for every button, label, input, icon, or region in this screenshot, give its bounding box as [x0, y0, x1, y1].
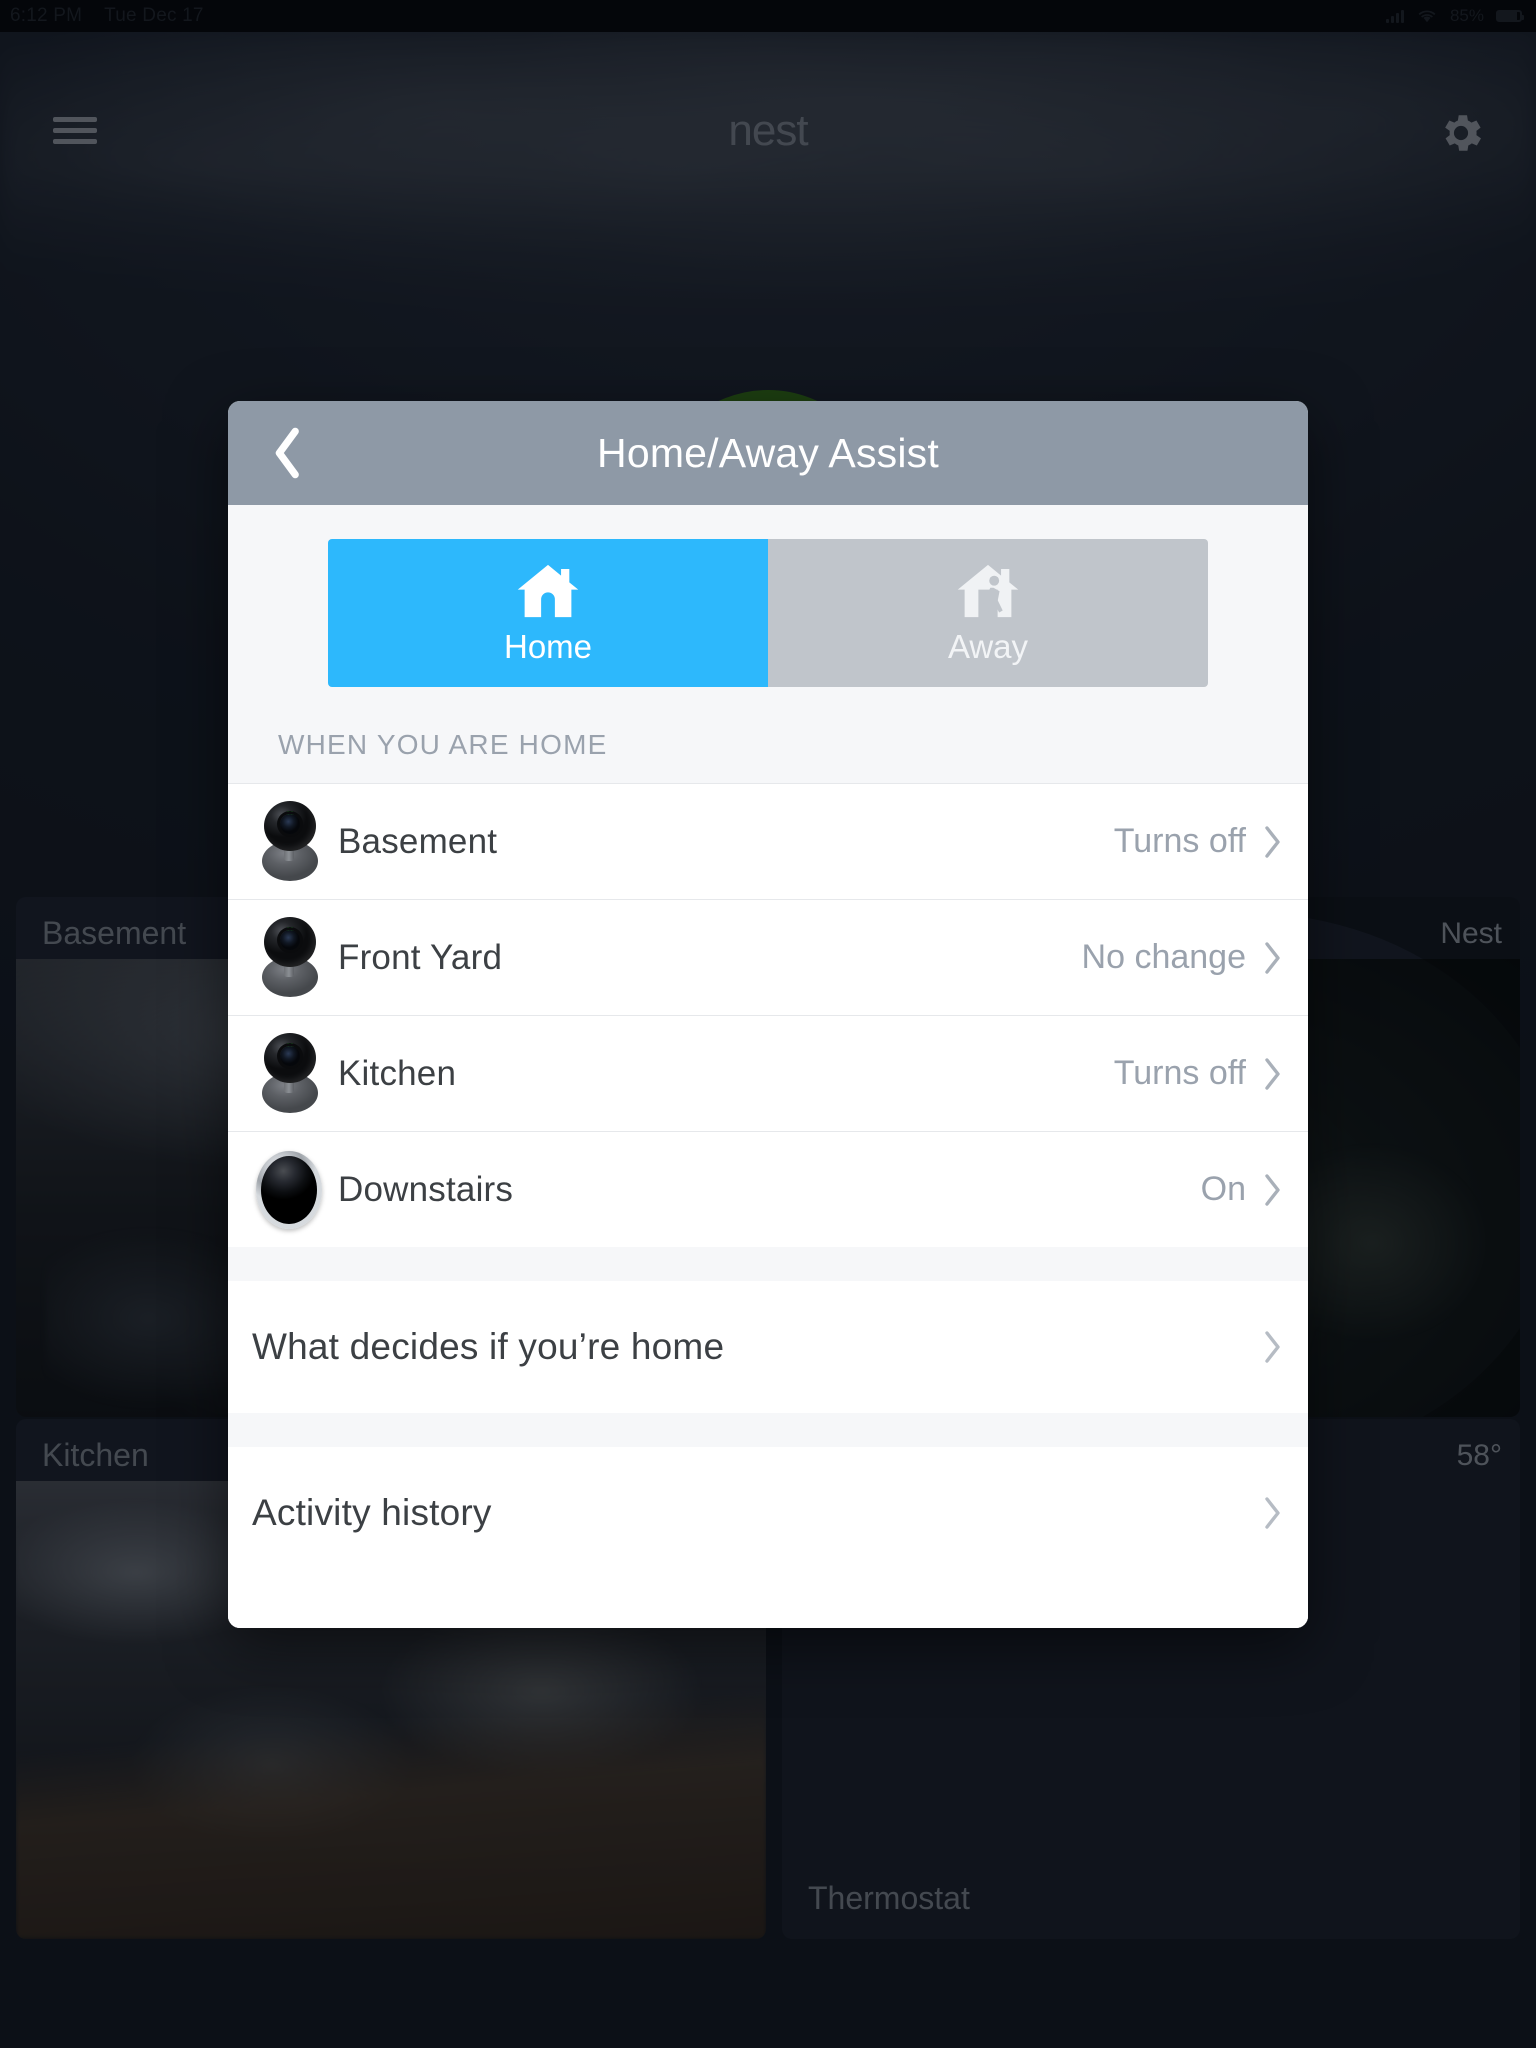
home-away-assist-dialog: Home/Away Assist Home Away WHEN YOU ARE …: [228, 401, 1308, 1628]
cellular-signal-icon: [1385, 9, 1404, 23]
menu-label: Activity history: [252, 1492, 492, 1533]
device-row-downstairs[interactable]: Downstairs On: [228, 1131, 1308, 1247]
dialog-title: Home/Away Assist: [597, 429, 939, 476]
status-bar: 6:12 PM Tue Dec 17 85%: [0, 0, 1536, 32]
section-header-when-home: WHEN YOU ARE HOME: [278, 729, 608, 760]
segment-away[interactable]: Away: [768, 539, 1208, 687]
nest-cam-icon: [250, 915, 328, 1001]
home-away-segmented-control: Home Away: [328, 539, 1208, 687]
dialog-header: Home/Away Assist: [228, 401, 1308, 505]
device-name: Basement: [338, 821, 498, 861]
status-bar-left: 6:12 PM Tue Dec 17: [10, 5, 204, 27]
dialog-body: Home Away WHEN YOU ARE HOME Basement Tur…: [228, 505, 1308, 1628]
segment-home[interactable]: Home: [328, 539, 768, 687]
menu-row-activity-history[interactable]: Activity history: [228, 1447, 1308, 1579]
battery-icon: [1496, 10, 1524, 22]
nest-cam-icon: [250, 1031, 328, 1117]
chevron-left-icon[interactable]: [262, 422, 314, 484]
device-row-basement[interactable]: Basement Turns off: [228, 783, 1308, 899]
segment-label: Away: [947, 628, 1029, 665]
menu-row-what-decides[interactable]: What decides if you’re home: [228, 1281, 1308, 1413]
house-person-walking-icon: [957, 564, 1019, 618]
device-list: Basement Turns off Front Yard No change: [228, 783, 1308, 1247]
segment-label: Home: [503, 628, 593, 665]
chevron-right-icon: [1262, 1330, 1282, 1364]
app-root: 6:12 PM Tue Dec 17 85% nest: [0, 0, 1536, 2048]
nest-cam-icon: [250, 799, 328, 885]
list-separator: [228, 1247, 1308, 1281]
device-value: Turns off: [1113, 822, 1246, 860]
chevron-right-icon: [1262, 1496, 1282, 1530]
device-name: Downstairs: [338, 1169, 514, 1209]
chevron-right-icon: [1262, 941, 1282, 975]
nest-thermostat-icon: [250, 1147, 328, 1233]
device-value: On: [1200, 1170, 1246, 1208]
chevron-right-icon: [1262, 1057, 1282, 1091]
dialog-footer-spacer: [228, 1579, 1308, 1628]
device-row-kitchen[interactable]: Kitchen Turns off: [228, 1015, 1308, 1131]
battery-percent-label: 85%: [1449, 6, 1484, 25]
chevron-right-icon: [1262, 1173, 1282, 1207]
device-value: No change: [1081, 938, 1246, 976]
device-name: Front Yard: [338, 937, 503, 977]
list-separator: [228, 1413, 1308, 1447]
house-icon: [517, 564, 579, 618]
menu-label: What decides if you’re home: [252, 1326, 725, 1367]
status-time: 6:12 PM: [10, 5, 83, 26]
chevron-right-icon: [1262, 825, 1282, 859]
device-row-front-yard[interactable]: Front Yard No change: [228, 899, 1308, 1015]
device-value: Turns off: [1113, 1054, 1246, 1092]
device-name: Kitchen: [338, 1053, 457, 1093]
status-date: Tue Dec 17: [104, 5, 204, 26]
status-bar-right: 85%: [1385, 6, 1524, 26]
wifi-icon: [1418, 10, 1436, 23]
